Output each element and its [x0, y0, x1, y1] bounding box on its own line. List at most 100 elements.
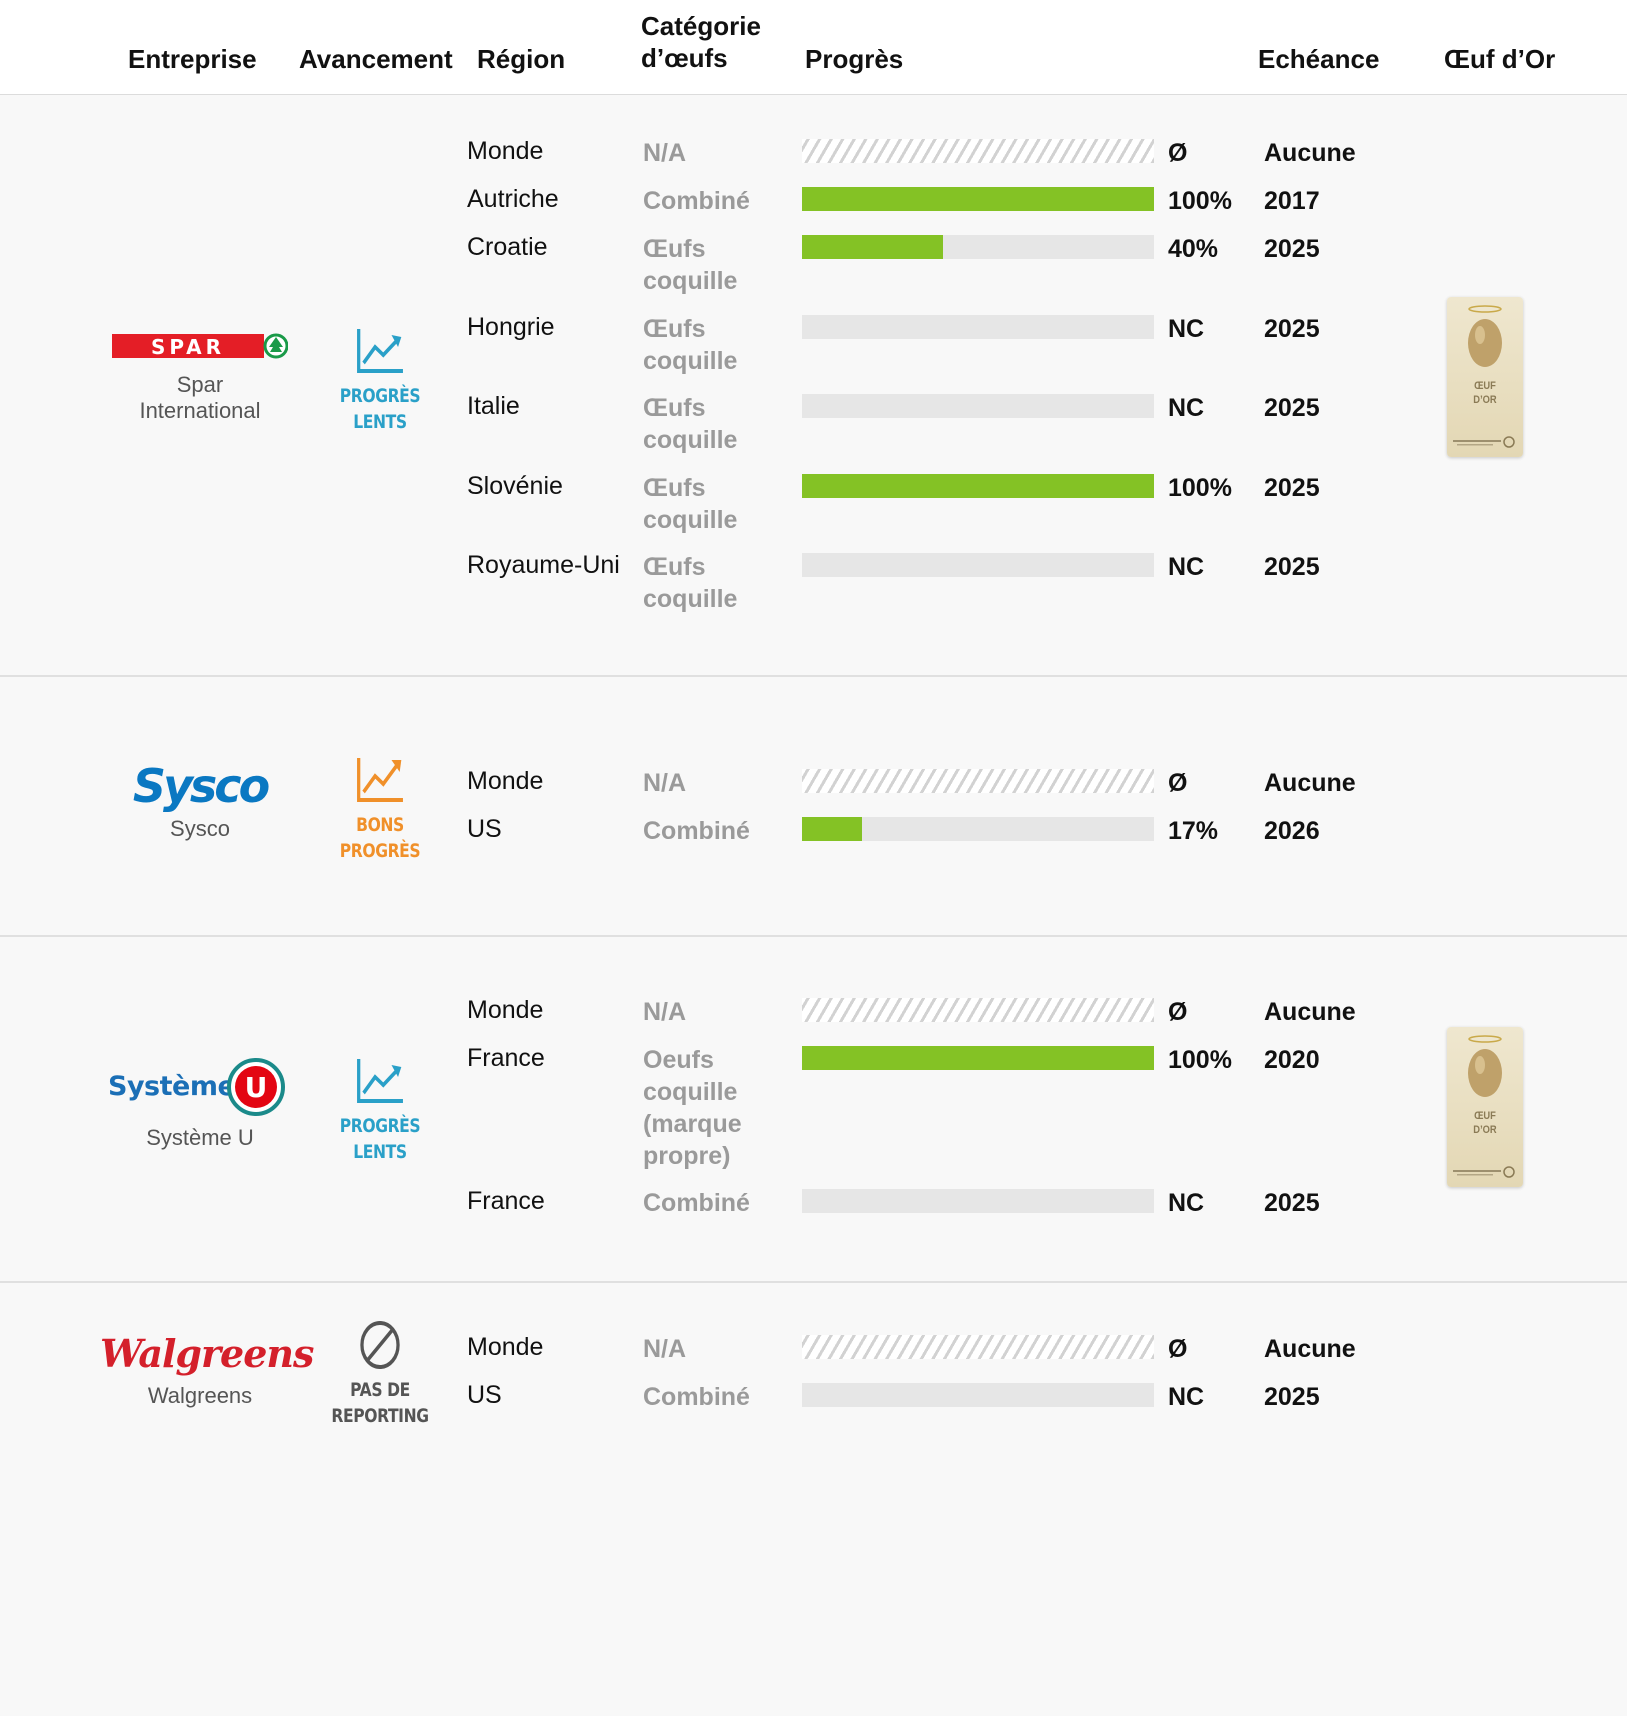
progress-bar [802, 1189, 1154, 1213]
deadline-cell: Aucune [1264, 139, 1356, 167]
region-cell: Monde [467, 996, 544, 1024]
company-block-systeme-u: Système U Système U PROGRÈS LENTS Monde … [0, 937, 1627, 1283]
category-cell: N/A [643, 998, 687, 1026]
progress-bar-fill [802, 187, 1154, 211]
progress-value: NC [1168, 315, 1205, 343]
company-name: Spar International [139, 372, 261, 423]
progress-bar [802, 474, 1154, 498]
header-golden-egg: Œuf d’Or [1444, 44, 1556, 74]
region-cell: Autriche [467, 185, 559, 213]
region-cell: France [467, 1187, 545, 1215]
progress-bar-na [802, 998, 1154, 1022]
progress-value: Ø [1168, 139, 1188, 167]
category-cell: Œufs coquille [643, 394, 738, 454]
progress-value: Ø [1168, 769, 1188, 797]
walgreens-logo-icon: Walgreens [100, 1331, 314, 1376]
progress-bar [802, 817, 1154, 841]
spar-logo-icon: SPAR [112, 333, 289, 359]
region-cell: Monde [467, 137, 544, 165]
svg-text:U: U [245, 1071, 268, 1104]
deadline-cell: 2025 [1264, 553, 1320, 581]
golden-egg-icon [1468, 305, 1502, 367]
status-line: PAS DE [350, 1379, 410, 1401]
progress-bar-na [802, 769, 1154, 793]
progress-value: Ø [1168, 998, 1188, 1026]
svg-text:SPAR: SPAR [151, 335, 225, 359]
status-line: PROGRÈS [339, 840, 421, 862]
status-no-reporting: PAS DE REPORTING [331, 1319, 429, 1429]
progress-bar [802, 235, 1154, 259]
progress-bar-fill [802, 1046, 1154, 1070]
company-logo-walgreens: Walgreens Walgreens [100, 1331, 314, 1409]
region-cell: Monde [467, 1333, 544, 1361]
category-cell: Œufs coquille [643, 474, 738, 534]
company-logo-systeme-u: Système U Système U [100, 1057, 300, 1151]
region-cell: Slovénie [467, 472, 563, 500]
systeme-u-logo-icon: Système U [100, 1057, 300, 1117]
category-cell: N/A [643, 1335, 687, 1363]
company-logo-spar: SPAR Spar International [100, 331, 300, 424]
deadline-cell: 2025 [1264, 235, 1320, 263]
progress-value: NC [1168, 1383, 1205, 1411]
category-cell: Oeufs coquille (marque propre) [643, 1046, 742, 1170]
progress-value: NC [1168, 1189, 1205, 1217]
trend-up-icon [357, 329, 403, 373]
company-name: Walgreens [147, 1383, 253, 1408]
progress-bar-fill [802, 235, 943, 259]
progress-bar [802, 1383, 1154, 1407]
status-good-progress: BONS PROGRÈS [331, 754, 429, 864]
header-progress: Progrès [805, 44, 904, 74]
header-company: Entreprise [128, 44, 257, 74]
deadline-cell: 2025 [1264, 1383, 1320, 1411]
status-line: PROGRÈS [339, 385, 421, 407]
deadline-cell: 2025 [1264, 1189, 1320, 1217]
trend-up-icon [357, 758, 403, 802]
golden-egg-icon [1468, 1035, 1502, 1097]
progress-value: 100% [1168, 1046, 1232, 1074]
progress-bar-na [802, 139, 1154, 163]
region-cell: Hongrie [467, 313, 555, 341]
header-progress-status: Avancement [299, 44, 453, 74]
region-cell: Italie [467, 392, 520, 420]
status-line: LENTS [353, 411, 407, 433]
company-name: Sysco [170, 816, 230, 841]
progress-value: 17% [1168, 817, 1219, 845]
status-line: PROGRÈS [339, 1115, 421, 1137]
progress-bar [802, 1046, 1154, 1070]
prohibited-icon [360, 1321, 400, 1369]
progress-value: 40% [1168, 235, 1219, 263]
progress-bar [802, 394, 1154, 418]
progress-bar-fill [802, 817, 862, 841]
progress-value: 100% [1168, 187, 1232, 215]
category-cell: Combiné [643, 817, 750, 845]
region-cell: US [467, 1381, 502, 1409]
company-name: Système U [146, 1125, 254, 1150]
progress-bar [802, 187, 1154, 211]
progress-value: NC [1168, 394, 1205, 422]
company-block-walgreens: Walgreens Walgreens PAS DE REPORTING Mon… [0, 1283, 1627, 1716]
sysco-logo-icon: Sysco [132, 759, 270, 813]
region-cell: US [467, 815, 502, 843]
deadline-cell: Aucune [1264, 769, 1356, 797]
deadline-cell: Aucune [1264, 1335, 1356, 1363]
deadline-cell: 2025 [1264, 315, 1320, 343]
compassion-logo-icon [1453, 436, 1515, 448]
progress-bar [802, 315, 1154, 339]
company-logo-sysco: Sysco Sysco [100, 760, 300, 842]
category-cell: N/A [643, 139, 687, 167]
deadline-cell: Aucune [1264, 998, 1356, 1026]
deadline-cell: 2020 [1264, 1046, 1320, 1074]
golden-egg-award: ŒUF D’OR [1447, 297, 1523, 457]
golden-egg-label: ŒUF D’OR [1473, 380, 1497, 406]
header-category: Catégorie d’œufs [641, 11, 761, 73]
progress-bar-fill [802, 474, 1154, 498]
progress-value: Ø [1168, 1335, 1188, 1363]
table-header: Entreprise Avancement Région Catégorie d… [0, 0, 1627, 95]
deadline-cell: 2026 [1264, 817, 1320, 845]
trend-up-icon [357, 1059, 403, 1103]
category-cell: N/A [643, 769, 687, 797]
region-cell: Monde [467, 767, 544, 795]
status-line: LENTS [353, 1141, 407, 1163]
category-cell: Œufs coquille [643, 235, 738, 295]
region-cell: Croatie [467, 233, 548, 261]
